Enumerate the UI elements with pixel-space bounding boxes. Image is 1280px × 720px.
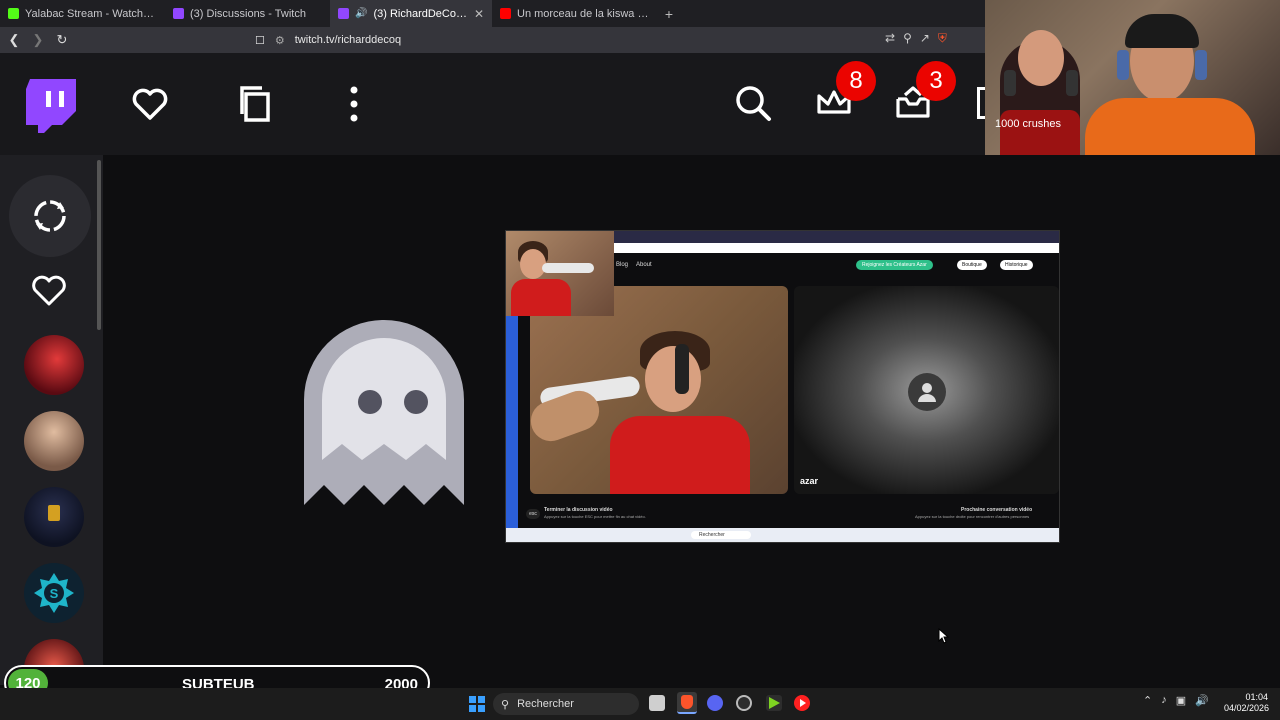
creators-cta-button[interactable]: Rejoignez les Créateurs Azar: [856, 260, 933, 270]
following-heart-icon[interactable]: [130, 86, 170, 122]
tab-title: Yalabac Stream - Watch Live on Kick: [25, 7, 157, 20]
taskbar-search-placeholder: Rechercher: [517, 698, 574, 710]
nav-link-about[interactable]: About: [636, 262, 652, 268]
tab-title: (3) Discussions - Twitch: [190, 7, 306, 20]
media-icon[interactable]: [766, 695, 782, 711]
tab-twitch-discussions[interactable]: (3) Discussions - Twitch: [165, 0, 330, 27]
stream-taskbar-search: Rechercher: [691, 531, 751, 539]
twitch-icon: [173, 8, 184, 19]
offline-ghost-icon: [300, 320, 468, 510]
close-tab-icon[interactable]: ✕: [474, 7, 484, 21]
streamer-left: [1000, 30, 1080, 155]
twitch-icon: [338, 8, 349, 19]
collapse-sidebar-button[interactable]: [9, 175, 91, 257]
stream-controls: esc Terminer la discussion vidéo Appuyez…: [518, 501, 1059, 528]
taskbar-clock[interactable]: 01:04 04/02/2026: [1224, 692, 1270, 714]
monitor-icon[interactable]: ▣: [1176, 694, 1186, 707]
tab-title: Un morceau de la kiswa de la Kaaba: [517, 7, 649, 20]
followed-channel-1[interactable]: [24, 335, 84, 395]
end-chat-title[interactable]: Terminer la discussion vidéo: [544, 507, 613, 513]
followed-heart-icon[interactable]: [31, 275, 67, 307]
tab-youtube[interactable]: Un morceau de la kiswa de la Kaaba: [492, 0, 657, 27]
browse-icon[interactable]: [237, 85, 273, 123]
followed-channels-sidebar: S: [0, 155, 103, 685]
inbox-badge[interactable]: 3: [916, 61, 956, 101]
next-chat-title[interactable]: Prochaine conversation vidéo: [961, 507, 1032, 513]
clock-date: 04/02/2026: [1224, 703, 1270, 713]
webcam-overlay: 1000 crushes: [985, 0, 1280, 155]
tab-kick[interactable]: Yalabac Stream - Watch Live on Kick: [0, 0, 165, 27]
brave-shield-icon[interactable]: ⛨: [938, 31, 947, 46]
clock-time: 01:04: [1245, 692, 1268, 702]
search-icon[interactable]: [733, 83, 773, 123]
chevron-up-icon[interactable]: ⌃: [1143, 694, 1152, 707]
mouse-cursor-icon: [938, 627, 950, 649]
svg-text:S: S: [50, 586, 59, 601]
end-chat-sub: Appuyez sur la touche ESC pour mettre fi…: [544, 514, 646, 519]
shop-button[interactable]: Boutique: [957, 260, 987, 270]
youtube-icon: [500, 8, 511, 19]
url-field[interactable]: ☐ ⚙ twitch.tv/richarddecoq: [255, 30, 985, 50]
followed-channel-4[interactable]: S: [24, 563, 84, 623]
shirt-text: 1000 crushes: [995, 118, 1062, 130]
windows-taskbar: ⚲ Rechercher ⌃ ♪ ▣ 🔊 01:04 04/02/2026: [0, 688, 1280, 720]
search-icon: ⚲: [501, 698, 510, 711]
more-icon[interactable]: [344, 85, 364, 123]
back-icon[interactable]: ❮: [4, 32, 24, 48]
task-view-icon[interactable]: [649, 695, 665, 711]
stream-main-cam: [530, 286, 788, 494]
user-avatar-placeholder-icon: [908, 373, 946, 411]
stream-pip-cam: [506, 231, 614, 316]
zoom-icon[interactable]: ⚲: [903, 31, 912, 46]
microphone-icon[interactable]: ♪: [1161, 694, 1167, 707]
stream-preview[interactable]: Blog About Rejoignez les Créateurs Azar …: [505, 230, 1060, 543]
bookmark-icon[interactable]: ☐: [255, 34, 265, 47]
share-icon[interactable]: ↗: [920, 31, 930, 46]
translate-icon[interactable]: ⇄: [885, 31, 895, 46]
stream-progress-line: [536, 542, 836, 543]
notifications-badge[interactable]: 8: [836, 61, 876, 101]
stream-blue-strip: [506, 316, 518, 528]
tab-title: (3) RichardDeCoq - Twitch: [373, 7, 467, 20]
youtube-icon[interactable]: [794, 695, 810, 711]
address-bar-actions: ⇄ ⚲ ↗ ⛨: [885, 31, 947, 46]
followed-channel-3[interactable]: [24, 487, 84, 547]
brave-icon[interactable]: [677, 692, 697, 714]
refresh-arrows-icon: [34, 200, 66, 232]
speaker-icon[interactable]: 🔊: [1195, 694, 1209, 707]
taskbar-search[interactable]: ⚲ Rechercher: [493, 693, 639, 715]
streamer-right: [1085, 14, 1255, 155]
kick-icon: [8, 8, 19, 19]
windows-start-icon[interactable]: [469, 696, 485, 712]
discord-icon[interactable]: [707, 695, 723, 711]
site-info-icon[interactable]: ⚙: [275, 34, 285, 47]
history-button[interactable]: Historique: [1000, 260, 1033, 270]
stream-partner-cam: azar: [794, 286, 1059, 494]
forward-icon[interactable]: ❯: [28, 32, 48, 48]
url-text: twitch.tv/richarddecoq: [294, 34, 402, 46]
app-icon[interactable]: [736, 695, 752, 711]
nav-link-blog[interactable]: Blog: [616, 262, 628, 268]
speaker-icon: 🔊: [355, 8, 368, 19]
next-chat-sub: Appuyez sur la touche droite pour rencon…: [915, 514, 1030, 519]
reload-icon[interactable]: ↻: [52, 32, 72, 48]
azar-logo: azar: [800, 476, 819, 486]
twitch-logo-icon[interactable]: [26, 79, 76, 135]
stream-taskbar: Rechercher: [506, 528, 1059, 542]
tab-twitch-richarddecoq[interactable]: 🔊 (3) RichardDeCoq - Twitch ✕: [330, 0, 492, 27]
esc-key: esc: [526, 509, 540, 519]
system-tray: ⌃ ♪ ▣ 🔊: [1143, 694, 1209, 707]
sidebar-scrollbar[interactable]: [97, 160, 101, 330]
new-tab-button[interactable]: +: [657, 6, 681, 22]
followed-channel-2[interactable]: [24, 411, 84, 471]
